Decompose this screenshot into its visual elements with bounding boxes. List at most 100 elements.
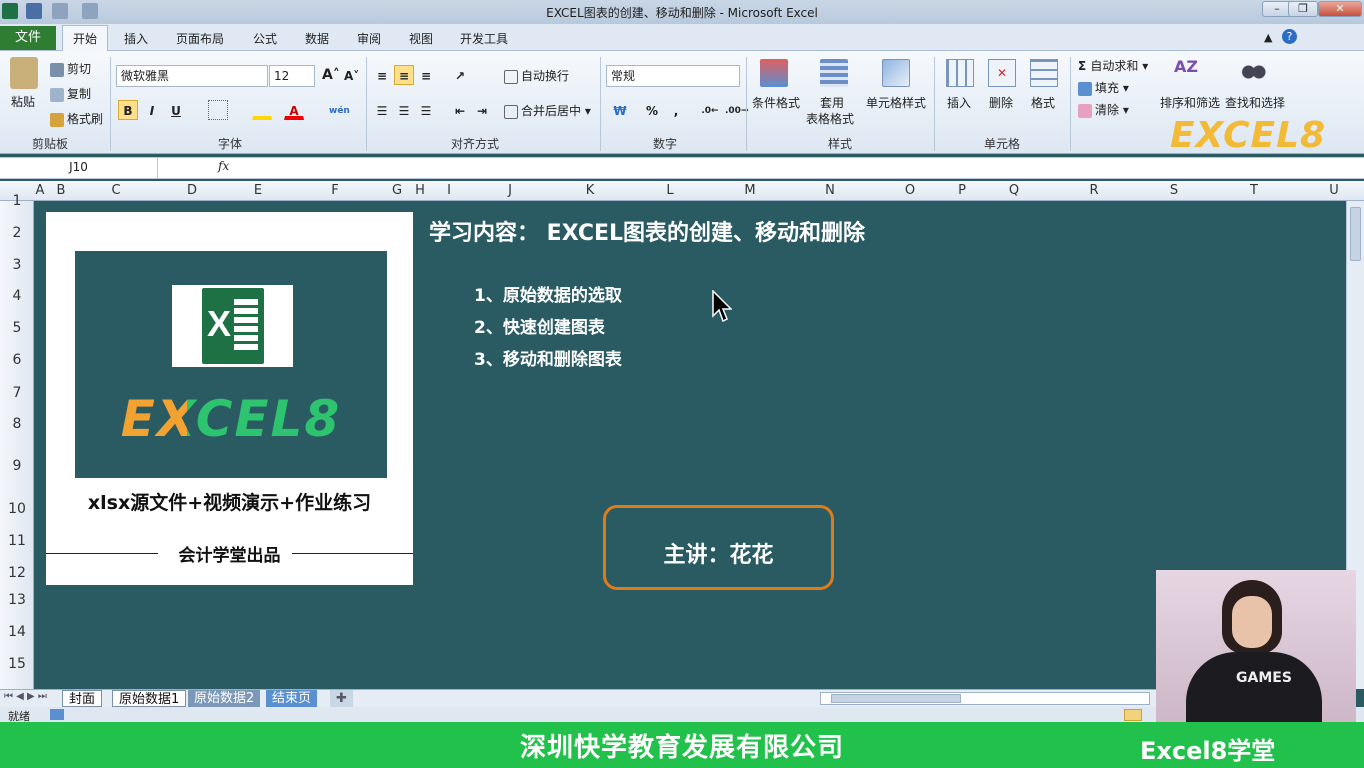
align-right-icon[interactable]: ☰ (416, 100, 436, 120)
fill-color-icon[interactable] (252, 100, 272, 120)
increase-decimal-icon[interactable]: .0← (700, 100, 720, 120)
decrease-decimal-icon[interactable]: .00→ (724, 100, 748, 120)
column-header[interactable]: U (1294, 183, 1364, 198)
insert-cells-icon[interactable] (946, 59, 974, 87)
maximize-button[interactable]: ❐ (1288, 1, 1318, 17)
percent-button[interactable]: % (642, 100, 662, 120)
font-color-icon[interactable]: A (284, 100, 304, 120)
row-header[interactable]: 4 (0, 288, 34, 304)
column-header[interactable]: T (1214, 183, 1294, 198)
clear-button[interactable]: 清除 ▾ (1078, 101, 1129, 118)
increase-indent-icon[interactable]: ⇥ (472, 100, 492, 120)
cell-styles-button[interactable]: 单元格样式 (866, 94, 926, 111)
sort-filter-icon[interactable]: AZ (1174, 57, 1204, 87)
sheet-tab-cover[interactable]: 封面 (62, 690, 103, 707)
row-header[interactable]: 15 (0, 656, 34, 672)
column-header[interactable]: M (710, 183, 790, 198)
find-select-button[interactable]: 查找和选择 (1225, 94, 1285, 111)
decrease-indent-icon[interactable]: ⇤ (450, 100, 470, 120)
number-format-select[interactable]: 常规 (606, 65, 740, 87)
grow-font-icon[interactable]: A˄ (322, 67, 340, 83)
scroll-thumb[interactable] (831, 694, 961, 703)
align-bottom-icon[interactable]: ≡ (416, 65, 436, 85)
tab-review[interactable]: 审阅 (357, 30, 381, 47)
font-name-select[interactable]: 微软雅黑 (116, 65, 268, 87)
column-header[interactable]: R (1054, 183, 1134, 198)
row-header[interactable]: 14 (0, 624, 34, 640)
sheet-tab-data1[interactable]: 原始数据1 (112, 690, 187, 707)
italic-button[interactable]: I (142, 100, 162, 120)
column-header[interactable]: P (950, 183, 974, 198)
tab-insert[interactable]: 插入 (124, 30, 148, 47)
tab-developer[interactable]: 开发工具 (460, 30, 508, 47)
column-header[interactable]: J (470, 183, 550, 198)
ribbon-minimize-icon[interactable]: ▲ (1264, 31, 1272, 44)
paste-icon[interactable] (10, 57, 38, 89)
row-header[interactable]: 12 (0, 565, 34, 581)
horizontal-scrollbar[interactable] (820, 692, 1150, 705)
column-header[interactable]: S (1134, 183, 1214, 198)
row-header[interactable]: 10 (0, 501, 34, 517)
help-icon[interactable]: ? (1282, 29, 1297, 44)
row-header[interactable]: 8 (0, 416, 34, 432)
autosum-button[interactable]: Σ 自动求和 ▾ (1078, 57, 1148, 74)
delete-cells-button[interactable]: 删除 (989, 94, 1013, 111)
column-header[interactable]: N (790, 183, 870, 198)
sort-filter-button[interactable]: 排序和筛选 (1160, 94, 1220, 111)
conditional-format-icon[interactable] (760, 59, 788, 87)
column-header[interactable]: F (288, 183, 382, 198)
border-icon[interactable] (208, 100, 228, 120)
table-format-label-2[interactable]: 表格格式 (806, 110, 854, 127)
sheet-nav-arrows-icon[interactable]: ⏮ ◀ ▶ ⏭ (4, 691, 47, 702)
column-header[interactable]: K (550, 183, 630, 198)
function-icon[interactable]: fx (218, 159, 229, 173)
formula-bar[interactable] (0, 157, 1364, 179)
tab-file[interactable]: 文件 (0, 26, 56, 50)
format-painter-button[interactable]: 格式刷 (50, 110, 103, 127)
column-header[interactable]: B (46, 183, 76, 198)
tab-view[interactable]: 视图 (409, 30, 433, 47)
row-header[interactable]: 11 (0, 533, 34, 549)
tab-page-layout[interactable]: 页面布局 (176, 30, 224, 47)
cell-styles-icon[interactable] (882, 59, 910, 87)
row-header[interactable]: 5 (0, 320, 34, 336)
column-header[interactable]: D (156, 183, 228, 198)
merge-center-button[interactable]: 合并后居中 ▾ (504, 102, 591, 119)
column-header[interactable]: C (76, 183, 156, 198)
name-box[interactable]: J10 (0, 157, 158, 179)
new-sheet-icon[interactable]: ✚ (330, 690, 353, 707)
column-header[interactable]: O (870, 183, 950, 198)
tab-formulas[interactable]: 公式 (253, 30, 277, 47)
row-header[interactable]: 3 (0, 257, 34, 273)
comma-button[interactable]: , (666, 100, 686, 120)
close-button[interactable]: ✕ (1318, 1, 1362, 17)
macro-record-icon[interactable] (50, 709, 64, 720)
cut-button[interactable]: 剪切 (50, 60, 91, 77)
row-header[interactable]: 9 (0, 458, 34, 474)
conditional-format-button[interactable]: 条件格式 (752, 94, 800, 111)
underline-button[interactable]: U (166, 100, 186, 120)
column-header[interactable]: A (34, 183, 46, 198)
sheet-tab-end[interactable]: 结束页 (266, 690, 318, 707)
format-as-table-icon[interactable] (820, 59, 848, 87)
delete-cells-icon[interactable]: ✕ (988, 59, 1016, 87)
column-header[interactable]: H (412, 183, 428, 198)
shrink-font-icon[interactable]: A˅ (344, 69, 359, 83)
paste-button[interactable]: 粘贴 (11, 93, 35, 110)
tab-home[interactable]: 开始 (62, 25, 108, 52)
column-header[interactable]: Q (974, 183, 1054, 198)
scroll-thumb[interactable] (1350, 207, 1361, 261)
wrap-text-button[interactable]: 自动换行 (504, 67, 569, 84)
format-cells-icon[interactable] (1030, 59, 1058, 87)
row-header[interactable]: 13 (0, 592, 34, 608)
column-header[interactable]: L (630, 183, 710, 198)
align-left-icon[interactable]: ☰ (372, 100, 392, 120)
fill-button[interactable]: 填充 ▾ (1078, 79, 1129, 96)
column-header[interactable]: E (228, 183, 288, 198)
row-header[interactable]: 2 (0, 225, 34, 241)
row-header[interactable]: 6 (0, 352, 34, 368)
row-header[interactable]: 1 (0, 193, 34, 209)
phonetic-icon[interactable]: wén (328, 100, 350, 120)
row-header[interactable]: 7 (0, 385, 34, 401)
align-top-icon[interactable]: ≡ (372, 65, 392, 85)
